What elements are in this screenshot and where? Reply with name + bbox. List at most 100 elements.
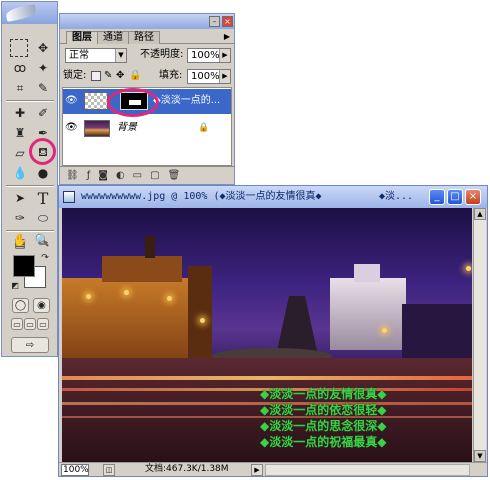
path-selection-icon[interactable]: ➤ [10,188,30,208]
document-title-tail: ◆淡... [379,191,414,202]
fill-label: 填充: [159,70,183,81]
trees-silhouette [402,304,472,360]
full-screen-icon[interactable]: ▭ [37,318,49,330]
paint-bucket-icon[interactable]: ⛾ [33,143,53,163]
fill-value: 100% [191,71,220,82]
tab-channels[interactable]: 通道 [97,31,129,44]
tools-palette-header[interactable] [2,2,57,24]
layer-row-text[interactable]: 👁 ◆淡淡一点的... [63,89,231,114]
tab-layers[interactable]: 图层 [66,31,98,44]
street-light [466,266,471,271]
tab-paths[interactable]: 路径 [128,31,160,44]
blend-mode-select[interactable]: 正常 ▼ [65,48,127,63]
vertical-scrollbar[interactable]: ▲ ▼ [473,208,486,462]
new-layer-icon[interactable]: ▢ [150,170,159,181]
crop-icon[interactable]: ⌗ [10,78,30,98]
standard-mode-icon[interactable]: ◯ [12,298,29,313]
swap-colors-icon[interactable]: ↷ [39,252,51,264]
fill-field[interactable]: 100% ▶ [187,69,231,84]
layer-mask-thumbnail[interactable] [120,92,148,110]
close-icon[interactable]: × [465,189,481,205]
layers-panel-footer: ⛓ ƒ ◙ ◐ ▭ ▢ 🗑 [60,166,234,184]
fountain-sculpture [277,296,317,351]
pen-icon[interactable]: ✑ [10,208,30,228]
layers-panel-tabs: 图层 通道 路径 ▶ [60,29,234,44]
eye-icon[interactable]: 👁 [65,122,78,134]
eraser-icon[interactable]: ▱ [10,143,30,163]
add-mask-icon[interactable]: ◙ [98,170,108,181]
move-icon[interactable]: ✥ [33,38,53,58]
lock-icon: 🔒 [198,123,210,133]
jump-to-imageready-icon[interactable]: ⇨ [11,337,49,353]
street-light [124,290,129,295]
new-adjustment-layer-icon[interactable]: ◐ [116,170,125,181]
fill-slider-icon[interactable]: ▶ [219,70,230,83]
layer-thumbnail [84,120,110,137]
history-brush-icon[interactable]: ✒ [33,123,53,143]
eye-icon[interactable]: 👁 [65,95,78,107]
status-info-icon[interactable]: ◫ [103,464,115,476]
minimize-icon[interactable]: – [209,16,220,27]
default-colors-icon[interactable]: ◩ [10,280,20,290]
hand-icon[interactable]: ✋ [10,230,30,250]
standard-screen-icon[interactable]: ▭ [11,318,23,330]
building-side [188,266,212,366]
slice-icon[interactable]: ✎ [33,78,53,98]
scroll-down-icon[interactable]: ▼ [474,450,486,462]
lock-label: 锁定: [63,70,87,81]
magic-wand-icon[interactable]: ✦ [33,58,53,78]
brush-icon[interactable]: ✐ [33,103,53,123]
layer-name[interactable]: ◆淡淡一点的... [153,94,220,108]
shape-icon[interactable]: ⬭ [33,208,53,228]
close-icon[interactable]: × [222,16,233,27]
lasso-icon[interactable]: ꝏ [10,58,30,78]
street-light [200,318,205,323]
document-icon [63,191,75,203]
layer-thumbnail [84,92,108,110]
dodge-icon[interactable]: ● [33,163,53,183]
full-screen-menu-icon[interactable]: ▭ [24,318,36,330]
healing-brush-icon[interactable]: ✚ [10,103,30,123]
horizontal-scrollbar[interactable] [265,464,470,476]
panel-menu-icon[interactable]: ▶ [224,32,230,41]
layers-panel: – × 图层 通道 路径 ▶ 正常 ▼ 不透明度: 100% ▶ 锁定: ✎ ✥… [59,13,235,185]
status-menu-icon[interactable]: ▶ [251,464,263,476]
scroll-up-icon[interactable]: ▲ [474,208,486,220]
layer-style-icon[interactable]: ƒ [87,170,91,181]
chevron-down-icon: ▼ [115,49,126,62]
image-canvas[interactable]: ◆淡淡一点的友情很真◆ ◆淡淡一点的依恋很轻◆ ◆淡淡一点的思念很深◆ ◆淡淡一… [62,208,472,462]
marquee-icon[interactable] [10,39,28,57]
document-titlebar[interactable]: wwwwwwwwww.jpg @ 100% (◆淡淡一点的友情很真◆ ◆淡...… [59,186,487,208]
blur-icon[interactable]: 💧 [10,163,30,183]
lock-image-icon[interactable]: ✎ [104,69,112,83]
lock-all-icon[interactable]: 🔒 [129,69,141,83]
opacity-slider-icon[interactable]: ▶ [219,49,230,62]
delete-layer-icon[interactable]: 🗑 [168,170,181,181]
zoom-field[interactable]: 100% [61,464,89,476]
opacity-field[interactable]: 100% ▶ [187,48,231,63]
overlay-line: ◆淡淡一点的友情很真◆ [260,387,387,401]
right-building [330,278,406,350]
lock-position-icon[interactable]: ✥ [116,69,124,83]
layers-panel-titlebar[interactable]: – × [60,14,234,29]
maximize-icon[interactable]: □ [447,189,463,205]
new-group-icon[interactable]: ▭ [133,170,142,181]
minimize-icon[interactable]: _ [429,189,445,205]
clone-stamp-icon[interactable]: ♜ [10,123,30,143]
lock-transparency-icon[interactable] [91,71,101,81]
foreground-color-swatch[interactable] [13,255,35,277]
opacity-value: 100% [191,50,220,61]
document-window: wwwwwwwwww.jpg @ 100% (◆淡淡一点的友情很真◆ ◆淡...… [58,185,488,477]
overlay-text-block[interactable]: ◆淡淡一点的友情很真◆ ◆淡淡一点的依恋很轻◆ ◆淡淡一点的思念很深◆ ◆淡淡一… [260,386,386,450]
overlay-line: ◆淡淡一点的祝福最真◆ [260,435,387,449]
quick-mask-mode-icon[interactable]: ◉ [33,298,50,313]
layer-row-background[interactable]: 👁 背景 🔒 [63,116,231,141]
type-icon[interactable]: T [33,188,53,208]
street-light [86,294,91,299]
tools-divider [6,185,54,187]
zoom-icon[interactable]: 🔍 [32,230,52,250]
layer-name[interactable]: 背景 [117,121,137,135]
link-layers-icon[interactable]: ⛓ [66,170,79,181]
blend-mode-value: 正常 [69,50,89,61]
overlay-line: ◆淡淡一点的思念很深◆ [260,419,387,433]
